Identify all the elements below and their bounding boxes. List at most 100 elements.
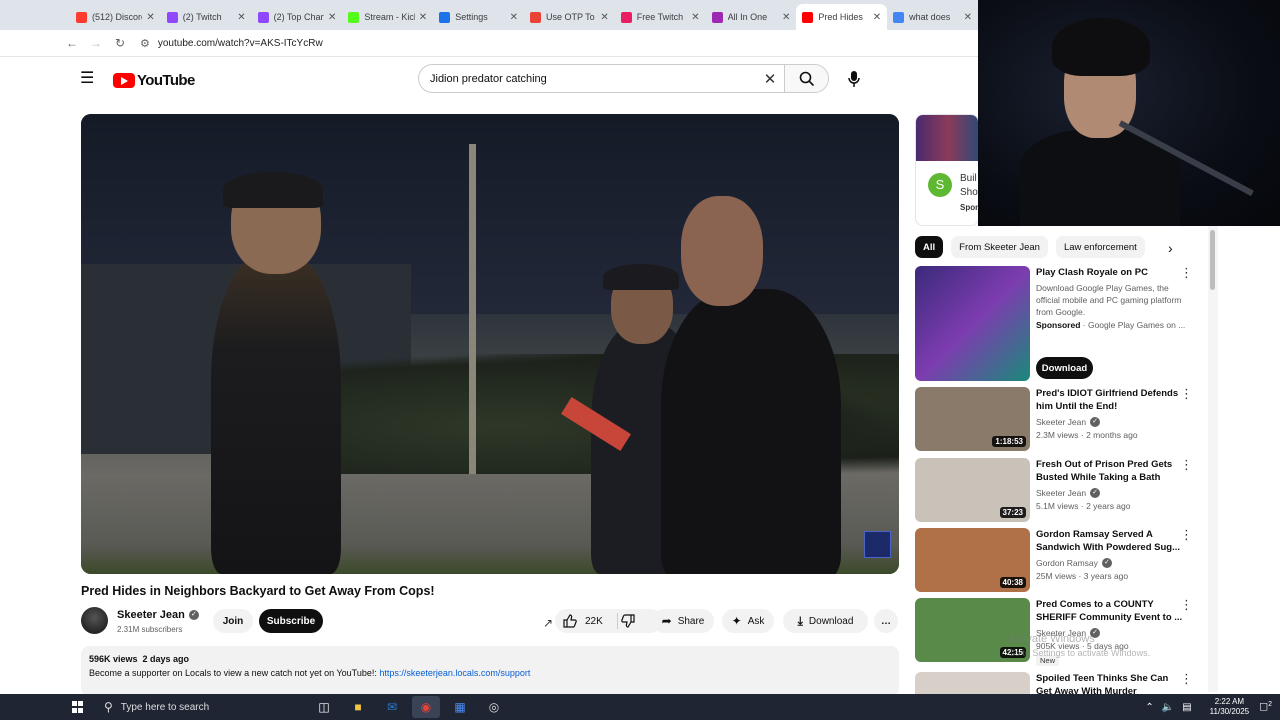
subscribe-button[interactable]: Subscribe <box>259 609 323 633</box>
related-channel[interactable]: Gordon Ramsay <box>1036 558 1098 568</box>
video-thumbnail[interactable]: 1:18:53 <box>915 387 1030 451</box>
tab-close-icon[interactable]: ✕ <box>964 12 972 23</box>
description-link[interactable]: https://skeeterjean.locals.com/support <box>379 668 530 678</box>
top-ad-card[interactable]: S Buil Sho Spon <box>915 114 979 226</box>
tab-close-icon[interactable]: ✕ <box>328 12 336 23</box>
url-text: youtube.com/watch?v=AKS-ITcYcRw <box>157 37 323 49</box>
chip-from-channel[interactable]: From Skeeter Jean <box>951 236 1048 258</box>
list-item[interactable]: 1:18:53 Pred's IDIOT Girlfriend Defends … <box>915 387 1215 453</box>
taskbar-search[interactable]: ⚲ Type here to search <box>104 694 304 720</box>
ad-title[interactable]: Play Clash Royale on PC <box>1036 266 1186 279</box>
clock[interactable]: 2:22 AM 11/30/2025 <box>1210 697 1249 717</box>
list-item[interactable]: 40:38 Gordon Ramsay Served A Sandwich Wi… <box>915 528 1215 594</box>
top-ad-thumbnail <box>916 115 978 161</box>
related-channel[interactable]: Skeeter Jean <box>1036 488 1086 498</box>
duration-badge: 1:18:53 <box>992 436 1026 447</box>
related-video-title[interactable]: Spoiled Teen Thinks She Can Get Away Wit… <box>1036 672 1186 694</box>
sponsored-ad[interactable]: Play Clash Royale on PC Download Google … <box>915 266 1215 382</box>
list-item[interactable]: Spoiled Teen Thinks She Can Get Away Wit… <box>915 672 1215 694</box>
related-video-title[interactable]: Pred Comes to a COUNTY SHERIFF Community… <box>1036 598 1186 624</box>
outlook-icon[interactable]: ✉ <box>378 696 406 718</box>
tab-7[interactable]: All In One ✕ <box>706 4 797 30</box>
channel-avatar[interactable] <box>81 607 108 634</box>
ad-thumbnail[interactable] <box>915 266 1030 381</box>
like-count[interactable]: 22K <box>585 616 603 627</box>
video-thumbnail[interactable] <box>915 672 1030 694</box>
tab-label: (512) Discord <box>92 12 143 22</box>
chevron-right-icon[interactable]: › <box>1168 240 1173 256</box>
tab-close-icon[interactable]: ✕ <box>510 12 518 23</box>
file-explorer-icon[interactable]: ■ <box>344 696 372 718</box>
more-vert-icon[interactable]: ⋮ <box>1180 598 1193 612</box>
forward-icon[interactable]: → <box>84 36 108 50</box>
windows-start-icon[interactable] <box>72 701 84 713</box>
volume-icon[interactable]: 🔈 <box>1162 702 1174 713</box>
obs-icon[interactable]: ◎ <box>480 696 508 718</box>
tab-close-icon[interactable]: ✕ <box>782 12 790 23</box>
like-dislike-group: 22K <box>555 609 662 633</box>
tab-close-icon[interactable]: ✕ <box>237 12 245 23</box>
related-video-title[interactable]: Pred's IDIOT Girlfriend Defends him Unti… <box>1036 387 1186 413</box>
site-info-icon[interactable]: ⚙ <box>140 37 150 50</box>
download-button[interactable]: ⤓ Download <box>783 609 868 633</box>
channel-name-row[interactable]: Skeeter Jean ✓ <box>117 609 199 621</box>
like-icon[interactable] <box>563 614 577 628</box>
menu-icon[interactable]: ☰ <box>80 70 98 88</box>
related-channel[interactable]: Skeeter Jean <box>1036 417 1086 427</box>
tray-chevron-icon[interactable]: ⌃ <box>1145 702 1153 713</box>
more-vert-icon[interactable]: ⋮ <box>1180 458 1193 472</box>
related-video-title[interactable]: Gordon Ramsay Served A Sandwich With Pow… <box>1036 528 1186 554</box>
related-video-title[interactable]: Fresh Out of Prison Pred Gets Busted Whi… <box>1036 458 1186 484</box>
search-bar[interactable]: Jidion predator catching ✕ <box>418 64 829 93</box>
voice-search-button[interactable] <box>840 66 868 92</box>
ask-button[interactable]: ✦ Ask <box>722 609 774 633</box>
share-button[interactable]: ➦ Share <box>652 609 714 633</box>
scrollbar-thumb[interactable] <box>1210 230 1215 290</box>
tab-0[interactable]: (512) Discord ✕ <box>70 4 161 30</box>
tab-5[interactable]: Use OTP To ✕ <box>524 4 615 30</box>
more-actions-icon[interactable]: … <box>874 609 898 633</box>
network-icon[interactable]: ▤ <box>1182 702 1191 713</box>
video-thumbnail[interactable]: 37:23 <box>915 458 1030 522</box>
video-person-middle-cap <box>603 264 679 290</box>
tab-label: Settings <box>455 12 488 22</box>
channel-name[interactable]: Skeeter Jean <box>117 609 185 621</box>
video-player[interactable] <box>81 114 899 574</box>
chip-law-enforcement[interactable]: Law enforcement <box>1055 236 1145 258</box>
tab-close-icon[interactable]: ✕ <box>691 12 699 23</box>
youtube-logo[interactable]: YouTube <box>113 70 195 90</box>
tab-close-icon[interactable]: ✕ <box>600 12 608 23</box>
more-vert-icon[interactable]: ⋮ <box>1180 672 1193 686</box>
ad-download-button[interactable]: Download <box>1036 357 1093 379</box>
tab-6[interactable]: Free Twitch ✕ <box>615 4 706 30</box>
url-field[interactable]: ⚙ youtube.com/watch?v=AKS-ITcYcRw <box>140 33 958 53</box>
video-thumbnail[interactable]: 40:38 <box>915 528 1030 592</box>
notifications-icon[interactable]: ☐2 <box>1259 701 1272 713</box>
join-button[interactable]: Join <box>213 609 253 633</box>
tab-close-icon[interactable]: ✕ <box>873 12 881 23</box>
tab-4[interactable]: Settings ✕ <box>433 4 524 30</box>
tab-close-icon[interactable]: ✕ <box>419 12 427 23</box>
more-vert-icon[interactable]: ⋮ <box>1180 387 1193 401</box>
search-button[interactable] <box>784 65 828 92</box>
chrome-icon[interactable]: ◉ <box>412 696 440 718</box>
clear-search-icon[interactable]: ✕ <box>756 70 784 88</box>
back-icon[interactable]: ← <box>60 36 84 50</box>
tab-9[interactable]: what does ✕ <box>887 4 978 30</box>
tab-2[interactable]: (2) Top Charts ✕ <box>252 4 343 30</box>
tab-close-icon[interactable]: ✕ <box>146 12 154 23</box>
reload-icon[interactable]: ↻ <box>108 36 132 50</box>
tab-3[interactable]: Stream - Kick ✕ <box>342 4 433 30</box>
task-view-icon[interactable]: ◫ <box>310 696 338 718</box>
tab-8[interactable]: Pred Hides ✕ <box>796 4 888 30</box>
list-item[interactable]: 37:23 Fresh Out of Prison Pred Gets Bust… <box>915 458 1215 524</box>
more-vert-icon[interactable]: ⋮ <box>1180 266 1193 280</box>
dislike-icon[interactable] <box>621 614 635 628</box>
tab-1[interactable]: (2) Twitch ✕ <box>161 4 252 30</box>
sidebar-scrollbar[interactable] <box>1208 226 1218 692</box>
calendar-app-icon[interactable]: ▦ <box>446 696 474 718</box>
chip-all[interactable]: All <box>915 236 944 258</box>
more-vert-icon[interactable]: ⋮ <box>1180 528 1193 542</box>
search-input[interactable]: Jidion predator catching <box>419 73 756 85</box>
channel-watermark[interactable] <box>864 531 891 558</box>
